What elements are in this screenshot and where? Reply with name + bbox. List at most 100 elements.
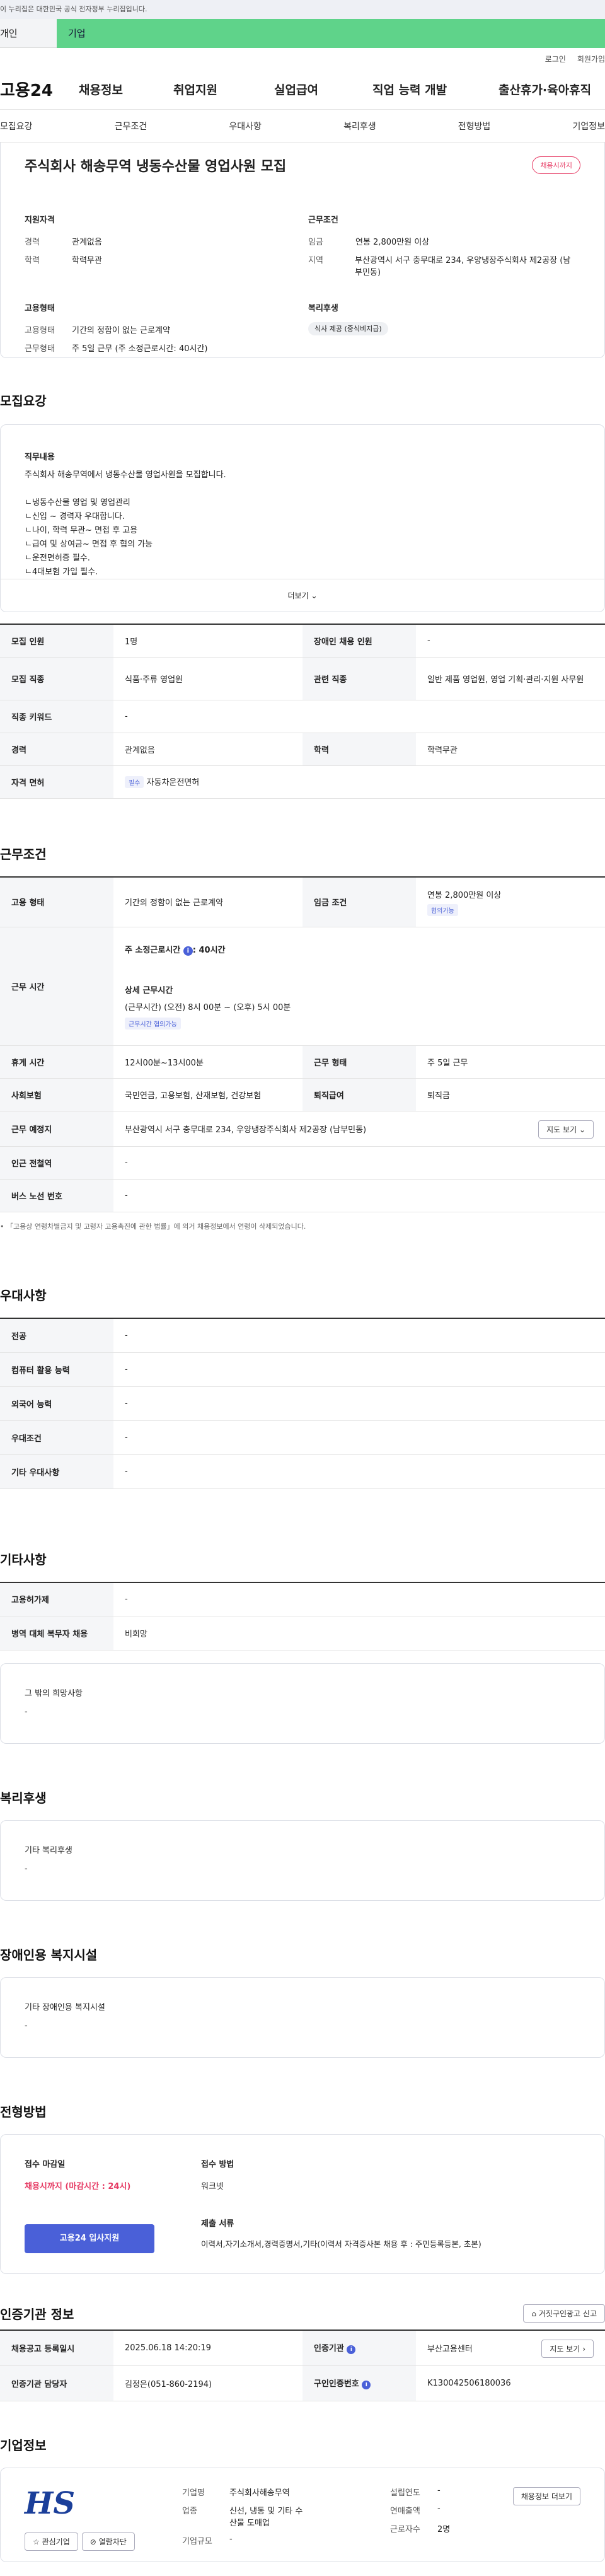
tab-company[interactable]: 기업 xyxy=(57,19,605,48)
snb-process[interactable]: 전형방법 xyxy=(458,120,491,132)
map-button[interactable]: 지도 보기 ⌄ xyxy=(538,1120,594,1139)
page-title: 주식회사 해송무역 냉동수산물 영업사원 모집 xyxy=(25,159,287,175)
welfare-card: 기타 복리후생 - xyxy=(0,1820,605,1901)
table-row: 기타 우대사항 - xyxy=(0,1454,605,1489)
table-row: 채용공고 등록일시 2025.06.18 14:20:19 인증기관 i 부산고용센터… xyxy=(0,2330,605,2366)
table-row: 모집 직종 식품·주류 영업원 관련 직종 일반 제품 영업원, 영업 기획·관리·지… xyxy=(0,657,605,700)
table-row: 버스 노선 번호 - xyxy=(0,1179,605,1212)
table-row: 고용허가제 - xyxy=(0,1582,605,1616)
favorite-button[interactable]: ☆ 관심기업 xyxy=(25,2532,78,2551)
other-card: 그 밖의 희망사항 - xyxy=(0,1663,605,1744)
table-row: 외국어 능력 - xyxy=(0,1386,605,1421)
recruit-table: 모집 인원 1명 장애인 채용 인원 - 모집 직종 식품·주류 영업원 관련 직종 일반 … xyxy=(0,624,605,799)
qual-edu: 학력 학력무관 xyxy=(25,256,102,265)
work-wage: 임금 연봉 2,800만원 이상 xyxy=(308,238,430,247)
process-title: 전형방법 xyxy=(0,2104,47,2120)
emp-title: 고용형태 xyxy=(25,304,55,313)
work-title: 근무조건 xyxy=(308,216,338,225)
company-logo: HS xyxy=(25,2485,76,2521)
gnb-benefit[interactable]: 실업급여 xyxy=(274,81,372,98)
disab-title: 장애인용 복지시설 xyxy=(0,1947,98,1963)
agency-table: 채용공고 등록일시 2025.06.18 14:20:19 인증기관 i 부산고용센터… xyxy=(0,2329,605,2401)
conditions-table: 고용 형태 기간의 정함이 없는 근로계약 임금 조건 연봉 2,800만원 이상 협의… xyxy=(0,876,605,1212)
emp-type: 고용형태 기간의 정함이 없는 근로계약 xyxy=(25,326,170,335)
table-row: 인근 전철역 - xyxy=(0,1146,605,1180)
table-row: 근무 예정지 부산광역시 서구 충무대로 234, 우양냉장주식회사 제2공장 (… xyxy=(0,1111,605,1147)
company-card: HS ☆ 관심기업 ⊘ 열람차단 기업명 주식회사해송무역 업종 신선, 냉동 및 … xyxy=(0,2467,605,2562)
duty-label: 직무내용 xyxy=(25,453,55,462)
welfare-title: 복리후생 xyxy=(308,304,338,313)
more-button[interactable]: 더보기 ⌄ xyxy=(1,579,604,612)
age-notice: • 「고용상 연령차별금지 및 고령자 고용촉진에 관한 법률」에 의거 채용정… xyxy=(0,1222,306,1231)
snb-pref[interactable]: 우대사항 xyxy=(229,120,262,132)
table-row: 전공 - xyxy=(0,1318,605,1353)
snb-company[interactable]: 기업정보 xyxy=(572,120,605,132)
info-icon[interactable]: i xyxy=(362,2381,371,2389)
process-card: 접수 마감일 채용시까지 (마감시간 : 24시) 고용24 입사지원 접수 방… xyxy=(0,2134,605,2274)
duty-card: 직무내용 주식회사 해송무역에서 냉동수산물 영업사원을 모집합니다. ㄴ냉동수… xyxy=(0,424,605,612)
login-link[interactable]: 로그인 xyxy=(545,54,566,64)
gnb-jobs[interactable]: 채용정보 xyxy=(79,81,173,98)
qual-career: 경력 관계없음 xyxy=(25,238,102,247)
table-row: 자격 면허 필수 자동차운전면허 xyxy=(0,765,605,799)
top-links: 로그인 회원가입 xyxy=(0,48,605,69)
duty-line: ㄴ4대보험 가입 필수. xyxy=(25,567,98,577)
table-row: 인증기관 담당자 김정은(051-860-2194) 구인인증번호 i K130042… xyxy=(0,2365,605,2401)
user-type-tabs: 개인 기업 xyxy=(0,19,605,48)
gnb-training[interactable]: 직업 능력 개발 xyxy=(372,81,498,98)
welfare-section-title: 복리후생 xyxy=(0,1790,47,1806)
summary-card: 주식회사 해송무역 냉동수산물 영업사원 모집 채용시까지 지원자격 경력 관계없… xyxy=(0,142,605,358)
chevron-down-icon: ⌄ xyxy=(311,591,318,600)
tab-personal[interactable]: 개인 xyxy=(0,19,57,48)
table-row: 모집 인원 1명 장애인 채용 인원 - xyxy=(0,624,605,658)
table-row: 병역 대체 복무자 채용 비희망 xyxy=(0,1616,605,1651)
etc-title: 기타사항 xyxy=(0,1552,47,1567)
company-title: 기업정보 xyxy=(0,2437,47,2453)
welfare-tag: 식사 제공 (중식비지급) xyxy=(308,322,388,335)
table-row: 고용 형태 기간의 정함이 없는 근로계약 임금 조건 연봉 2,800만원 이상 협의… xyxy=(0,876,605,927)
snb-conditions[interactable]: 근무조건 xyxy=(115,120,147,132)
duty-line: ㄴ냉동수산물 영업 및 영업관리 xyxy=(25,498,130,508)
pref-title: 우대사항 xyxy=(0,1288,47,1303)
wage-negotiable-badge: 협의가능 xyxy=(427,903,458,916)
work-region: 지역 부산광역시 서구 충무대로 234, 우양냉장주식회사 제2공장 (남부민동… xyxy=(308,256,571,277)
duty-line: ㄴ운전면허증 필수. xyxy=(25,554,90,563)
table-row: 근무 시간 주 소정근로시간 i: 40시간 상세 근무시간 (근무시간) (오… xyxy=(0,927,605,1046)
table-row: 컴퓨터 활용 능력 - xyxy=(0,1352,605,1387)
conditions-title: 근무조건 xyxy=(0,846,47,862)
etc-table: 고용허가제 - 병역 대체 복무자 채용 비희망 xyxy=(0,1581,605,1651)
gnb-support[interactable]: 취업지원 xyxy=(173,81,274,98)
agency-title: 인증기관 정보 xyxy=(0,2307,74,2322)
pref-table: 전공 - 컴퓨터 활용 능력 - 외국어 능력 - 우대조건 - 기타 우대사항 - xyxy=(0,1318,605,1489)
info-icon[interactable]: i xyxy=(347,2345,356,2355)
global-nav: 고용24 채용정보 취업지원 실업급여 직업 능력 개발 출산휴가·육아휴직 xyxy=(0,69,605,110)
gov-banner: 이 누리집은 대한민국 공식 전자정부 누리집입니다. xyxy=(0,0,605,19)
section-nav: 모집요강 근무조건 우대사항 복리후생 전형방법 기업정보 xyxy=(0,110,605,142)
deadline: 채용시까지 (마감시간 : 24시) xyxy=(25,2182,131,2191)
snb-recruit[interactable]: 모집요강 xyxy=(0,120,33,132)
table-row: 경력 관계없음 학력 학력무관 xyxy=(0,733,605,766)
required-badge: 필수 xyxy=(125,776,144,788)
signup-link[interactable]: 회원가입 xyxy=(577,54,605,64)
agency-map-button[interactable]: 지도 보기 › xyxy=(541,2340,594,2358)
report-button[interactable]: ⌂ 거짓구인광고 신고 xyxy=(523,2304,605,2323)
hours-negotiable-badge: 근무시간 협의가능 xyxy=(125,1018,181,1030)
duty-line: 주식회사 해송무역에서 냉동수산물 영업사원을 모집합니다. xyxy=(25,470,226,480)
duty-line: ㄴ신입 ~ 경력자 우대합니다. xyxy=(25,512,125,521)
info-icon[interactable]: i xyxy=(183,946,193,956)
table-row: 직종 키워드 - xyxy=(0,700,605,733)
duty-text: 주식회사 해송무역에서 냉동수산물 영업사원을 모집합니다. ㄴ냉동수산물 영업… xyxy=(25,468,580,579)
duty-line xyxy=(25,482,580,496)
company-jobs-button[interactable]: 채용정보 더보기 xyxy=(512,2486,580,2505)
table-row: 사회보험 국민연금, 고용보험, 산재보험, 건강보험 퇴직급여 퇴직금 xyxy=(0,1078,605,1111)
apply-button[interactable]: 고용24 입사지원 xyxy=(25,2224,154,2253)
table-row: 우대조건 - xyxy=(0,1420,605,1455)
duty-line: ㄴ나이, 학력 무관~ 면접 후 고용 xyxy=(25,526,138,535)
gnb-leave[interactable]: 출산휴가·육아휴직 xyxy=(498,81,599,98)
status-badge: 채용시까지 xyxy=(532,156,580,174)
snb-welfare[interactable]: 복리후생 xyxy=(343,120,376,132)
site-logo[interactable]: 고용24 xyxy=(0,78,79,101)
duty-line: ㄴ급여 및 상여금~ 면접 후 협의 가능 xyxy=(25,540,153,549)
block-button[interactable]: ⊘ 열람차단 xyxy=(81,2532,135,2551)
recruit-title: 모집요강 xyxy=(0,393,47,409)
